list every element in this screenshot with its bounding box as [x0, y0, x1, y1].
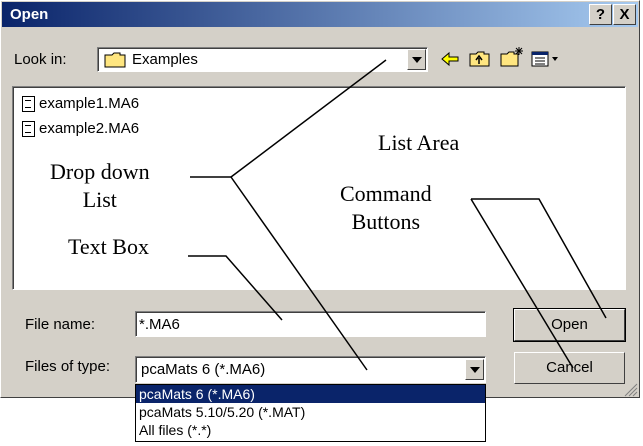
annotation-callout-lines [188, 59, 607, 371]
callout-to-look-in [230, 59, 387, 178]
callout-to-file-name-input [188, 255, 283, 321]
callout-to-files-of-type [230, 176, 368, 371]
callout-to-open-button [471, 198, 607, 319]
callout-to-cancel-button [470, 198, 574, 369]
